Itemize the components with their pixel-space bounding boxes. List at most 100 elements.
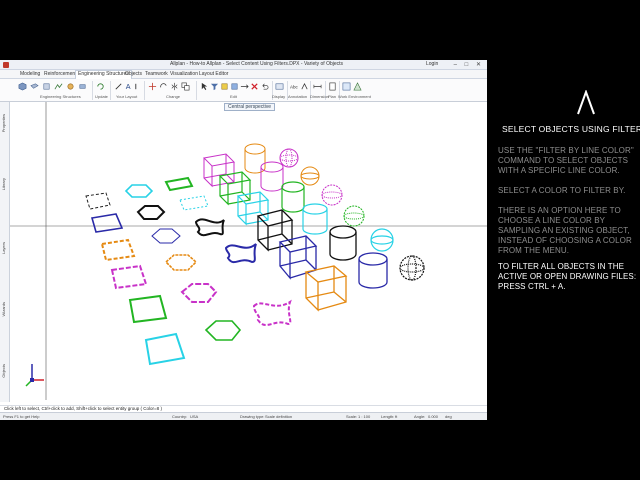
perspective-icon[interactable] (353, 82, 362, 91)
palette-tab-objects[interactable]: Objects (1, 364, 6, 378)
group-label-work-environment: Work Environment (338, 94, 371, 99)
filter-icon[interactable] (210, 82, 219, 91)
help-hint: Press F1 to get Help (3, 414, 40, 419)
drawing-type-value[interactable]: Scale definition (265, 414, 292, 419)
pen-icon[interactable] (114, 82, 123, 91)
angle-value[interactable]: 0.000 (428, 414, 438, 419)
window-title: Allplan - How-to Allplan - Select Conten… (170, 61, 344, 67)
side-palette: Properties Library Layers Wizards Object… (0, 102, 10, 402)
cube-green[interactable] (218, 171, 252, 206)
palette-tab-wizards[interactable]: Wizards (1, 302, 6, 316)
square-blue[interactable] (90, 213, 124, 233)
hexagon-black[interactable] (136, 205, 166, 220)
country-label: Country: (172, 414, 188, 419)
update-icon[interactable] (96, 82, 105, 91)
work-environment-icon[interactable] (342, 82, 351, 91)
login-button[interactable]: Login (426, 61, 438, 67)
cylinder-green[interactable] (281, 181, 305, 213)
length-unit[interactable]: ft (395, 414, 397, 419)
group-label-edit: Edit (230, 94, 237, 99)
sphere-orange[interactable] (300, 166, 320, 186)
line-icon[interactable] (134, 82, 143, 91)
square-cyan-dashed[interactable] (179, 195, 209, 211)
slab-icon[interactable] (30, 82, 39, 91)
window-controls[interactable]: – □ ✕ (454, 61, 484, 68)
tab-teamwork[interactable]: Teamwork (145, 71, 168, 77)
hexagon-orange-dashed[interactable] (164, 254, 198, 271)
stretch-icon[interactable] (240, 82, 249, 91)
group-label-update: Update (95, 94, 108, 99)
drawing-area[interactable] (10, 102, 487, 402)
copy-icon[interactable] (181, 82, 190, 91)
square-black-dashed[interactable] (85, 192, 111, 210)
cube-blue[interactable] (278, 235, 318, 280)
delete-icon[interactable] (250, 82, 259, 91)
cube-magenta[interactable] (202, 153, 236, 188)
label-icon[interactable] (300, 82, 309, 91)
tab-engineering-structures[interactable]: Engineering Structures (75, 70, 132, 79)
display-icon[interactable] (275, 82, 284, 91)
axis-triad-icon (25, 364, 44, 387)
sphere-magenta-2[interactable] (321, 184, 343, 206)
palette-tab-library[interactable]: Library (1, 178, 6, 190)
tab-objects[interactable]: Objects (125, 71, 142, 77)
sphere-cyan[interactable] (370, 228, 394, 252)
hexagon-cyan[interactable] (124, 184, 154, 198)
cylinder-magenta[interactable] (260, 161, 284, 192)
plan-icon[interactable] (328, 82, 337, 91)
instruction-step-4: TO FILTER ALL OBJECTS IN THE ACTIVE OR O… (498, 262, 637, 291)
group-label-annotation: Annotation (288, 94, 308, 99)
group-label-dimension: Dimension (310, 94, 329, 99)
undo-icon[interactable] (260, 82, 269, 91)
text-icon[interactable]: A (124, 82, 133, 91)
cylinder-cyan[interactable] (302, 203, 328, 235)
3d-solid-icon[interactable] (18, 82, 27, 91)
svg-text:A: A (126, 82, 131, 91)
cube-orange[interactable] (304, 265, 348, 312)
tab-modeling[interactable]: Modeling (20, 71, 40, 77)
star-shape-magenta-dashed[interactable] (252, 299, 292, 326)
command-prompt-bar: Click left to select, Ctrl+click to add,… (0, 405, 487, 412)
hexagon-green[interactable] (204, 320, 242, 341)
svg-text:Abc: Abc (290, 84, 299, 89)
palette-tab-layers[interactable]: Layers (1, 242, 6, 254)
cube-cyan[interactable] (236, 191, 270, 226)
rotate-icon[interactable] (159, 82, 168, 91)
star-shape-black[interactable] (194, 218, 225, 237)
allplan-app-icon[interactable] (3, 62, 9, 68)
wall-icon[interactable] (42, 82, 51, 91)
component-icon[interactable] (78, 82, 87, 91)
props-icon[interactable] (230, 82, 239, 91)
sphere-magenta[interactable] (279, 148, 299, 168)
hexagon-blue[interactable] (151, 228, 181, 244)
square-cyan[interactable] (144, 332, 186, 366)
tab-reinforcement[interactable]: Reinforcement (44, 71, 77, 77)
square-magenta-dashed[interactable] (110, 264, 148, 290)
allplan-logo-icon (577, 90, 595, 115)
cube-black[interactable] (256, 209, 294, 252)
square-orange-dashed[interactable] (100, 238, 136, 262)
square-green-1[interactable] (164, 176, 194, 192)
select-icon[interactable] (200, 82, 209, 91)
dimension-icon[interactable] (313, 82, 322, 91)
cylinder-blue[interactable] (358, 252, 388, 289)
square-green-2[interactable] (128, 294, 168, 324)
country-value[interactable]: USA (190, 414, 198, 419)
match-icon[interactable] (220, 82, 229, 91)
cylinder-black[interactable] (329, 225, 357, 261)
terrain-icon[interactable] (54, 82, 63, 91)
palette-tab-properties[interactable]: Properties (1, 114, 6, 132)
sphere-black[interactable] (399, 255, 425, 281)
tab-layout-editor[interactable]: Layout Editor (199, 71, 228, 77)
star-shape-blue[interactable] (224, 243, 257, 264)
tab-visualization[interactable]: Visualization (170, 71, 198, 77)
ribbon-separator (144, 81, 145, 100)
scale-value[interactable]: 1 : 100 (358, 414, 370, 419)
angle-unit[interactable]: deg (445, 414, 452, 419)
element-icon[interactable] (66, 82, 75, 91)
sphere-green[interactable] (343, 205, 365, 227)
annotation-text-icon[interactable]: Abc (290, 82, 299, 91)
hexagon-magenta-dashed[interactable] (180, 283, 218, 303)
move-icon[interactable] (148, 82, 157, 91)
mirror-icon[interactable] (170, 82, 179, 91)
